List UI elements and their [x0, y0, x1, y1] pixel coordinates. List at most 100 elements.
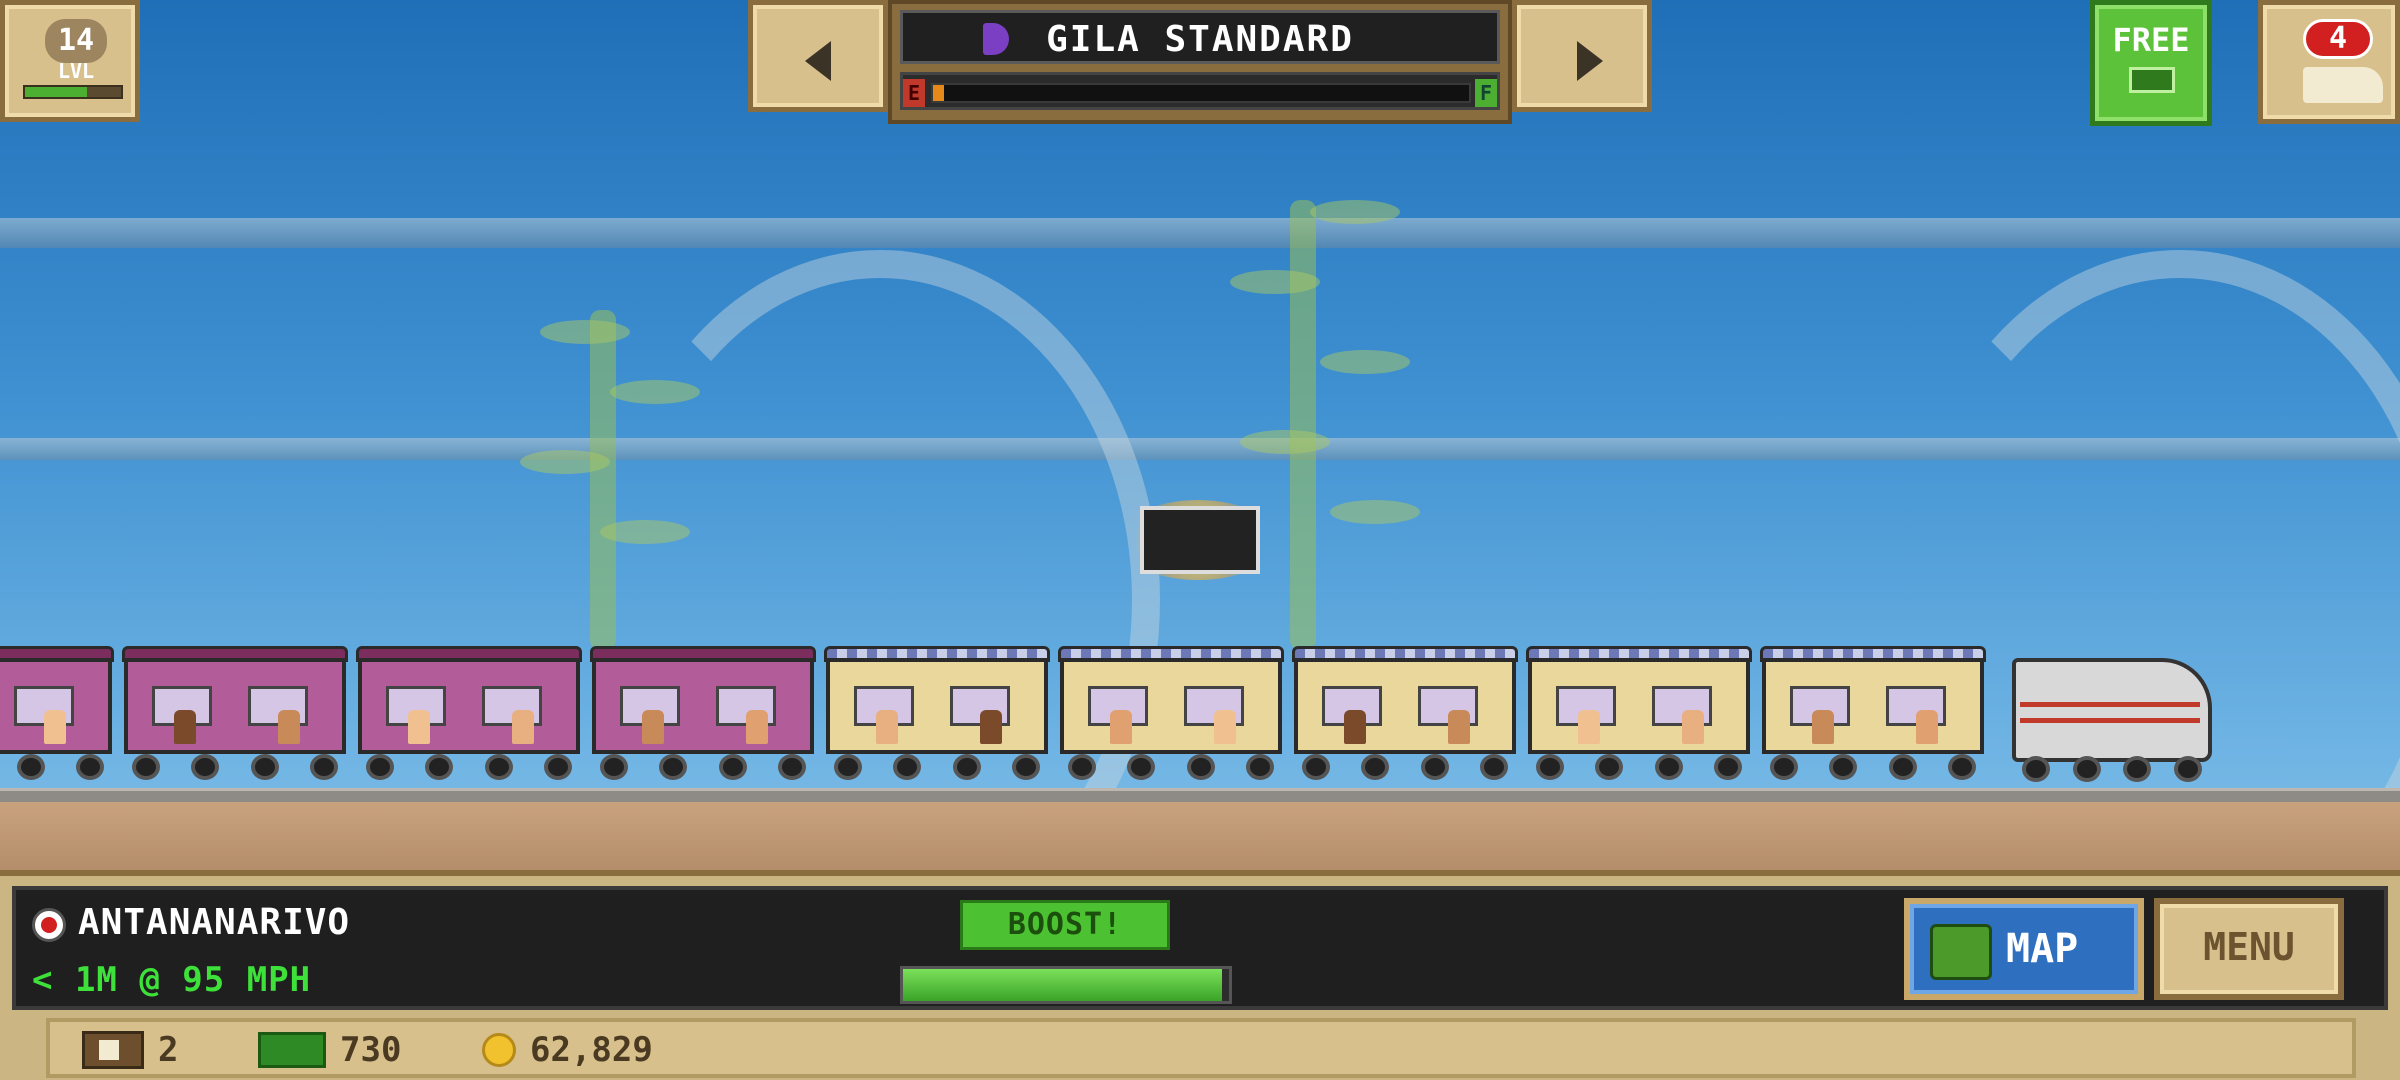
cash-amount: 730: [340, 1030, 402, 1070]
boost-meter-fill: [903, 969, 1223, 1001]
trains-button[interactable]: 4: [2258, 0, 2400, 124]
train-selector: GILA STANDARD E F: [888, 0, 1512, 124]
car-body: [826, 658, 1048, 754]
locomotive[interactable]: [2012, 640, 2234, 790]
kelp-leaf: [540, 320, 630, 344]
arrow-right-icon: [1577, 41, 1603, 81]
wheel: [2173, 756, 2202, 782]
wheel: [1713, 754, 1742, 780]
cash-icon: [2129, 67, 2175, 93]
car-wheels: [366, 754, 572, 780]
free-label: FREE: [2112, 21, 2190, 59]
wheel: [16, 754, 45, 780]
previous-train-button[interactable]: [748, 0, 888, 112]
passenger: [408, 710, 430, 744]
next-train-button[interactable]: [1512, 0, 1652, 112]
fuel-gauge: E F: [900, 72, 1500, 110]
train[interactable]: [0, 640, 2240, 790]
wheel: [366, 754, 394, 780]
car-wheels: [600, 754, 806, 780]
level-label: LVL: [57, 59, 95, 83]
kelp-leaf: [1330, 500, 1420, 524]
passenger: [1110, 710, 1132, 744]
kelp-leaf: [1230, 270, 1320, 294]
notification-popup[interactable]: [1140, 506, 1260, 574]
map-button[interactable]: MAP: [1904, 898, 2144, 1000]
car-body: [0, 658, 112, 754]
kelp-leaf: [610, 380, 700, 404]
lounge-car[interactable]: [0, 646, 114, 780]
passenger: [1916, 710, 1938, 744]
trains-count-badge: 4: [2303, 19, 2373, 59]
dining-car[interactable]: [1292, 646, 1518, 780]
locomotive-stripe: [2020, 702, 2200, 707]
kelp-leaf: [1310, 200, 1400, 224]
inventory-coins[interactable]: 62,829: [482, 1030, 653, 1070]
wheel: [75, 754, 104, 780]
car-wheels: [1302, 754, 1508, 780]
wheel: [893, 754, 922, 780]
fuel-full-label: F: [1475, 79, 1497, 107]
wheel: [1068, 754, 1096, 780]
kelp-left: [590, 310, 616, 650]
lounge-car[interactable]: [122, 646, 348, 780]
dining-car[interactable]: [1760, 646, 1986, 780]
car-wheels: [1770, 754, 1976, 780]
wheel: [777, 754, 806, 780]
kelp-right: [1290, 200, 1316, 650]
wheel: [250, 754, 279, 780]
wheel: [1479, 754, 1508, 780]
car-body: [592, 658, 814, 754]
wheel: [1829, 754, 1858, 780]
passenger: [876, 710, 898, 744]
wheel: [1947, 754, 1976, 780]
level-number: 14: [45, 19, 107, 63]
inventory-bar: 2 730 62,829: [46, 1018, 2356, 1078]
station-name: ANTANANARIVO: [78, 902, 351, 943]
passenger: [980, 710, 1002, 744]
dining-car[interactable]: [1058, 646, 1284, 780]
locomotive-icon: [2303, 67, 2383, 103]
free-cash-button[interactable]: FREE: [2090, 0, 2212, 126]
level-progress-bar: [23, 85, 123, 99]
train-name-box[interactable]: GILA STANDARD: [900, 10, 1500, 64]
kelp-leaf: [1240, 430, 1330, 454]
wheel: [1245, 754, 1274, 780]
wheel: [1595, 754, 1624, 780]
wheel: [718, 754, 747, 780]
bottom-hud: ANTANANARIVO < 1M @ 95 MPH BOOST! MAP ME…: [0, 870, 2400, 1080]
crate-icon: [82, 1031, 144, 1069]
lounge-car[interactable]: [590, 646, 816, 780]
lounge-car[interactable]: [356, 646, 582, 780]
passenger: [1812, 710, 1834, 744]
fuel-fill: [933, 85, 944, 101]
passenger: [1682, 710, 1704, 744]
dining-car[interactable]: [1526, 646, 1752, 780]
dining-car[interactable]: [824, 646, 1050, 780]
passenger: [746, 710, 768, 744]
kelp-leaf: [520, 450, 610, 474]
boost-button[interactable]: BOOST!: [960, 900, 1170, 950]
car-wheels: [834, 754, 1040, 780]
wheel: [1420, 754, 1449, 780]
globe-icon: [1930, 924, 1992, 980]
wheel: [1770, 754, 1798, 780]
wheel: [659, 754, 688, 780]
car-body: [1528, 658, 1750, 754]
wheel: [952, 754, 981, 780]
menu-button[interactable]: MENU: [2154, 898, 2344, 1000]
inventory-crates[interactable]: 2: [82, 1030, 178, 1070]
car-body: [358, 658, 580, 754]
wheel: [425, 754, 454, 780]
wheel: [1127, 754, 1156, 780]
level-badge[interactable]: 14 LVL: [0, 0, 140, 122]
locomotive-wheels: [2022, 756, 2202, 782]
wheel: [543, 754, 572, 780]
inventory-cash[interactable]: 730: [258, 1030, 401, 1070]
car-wheels: [132, 754, 338, 780]
passenger: [1578, 710, 1600, 744]
wheel: [1361, 754, 1390, 780]
wheel: [2022, 756, 2050, 782]
crate-count: 2: [158, 1030, 179, 1070]
kelp-leaf: [1320, 350, 1410, 374]
